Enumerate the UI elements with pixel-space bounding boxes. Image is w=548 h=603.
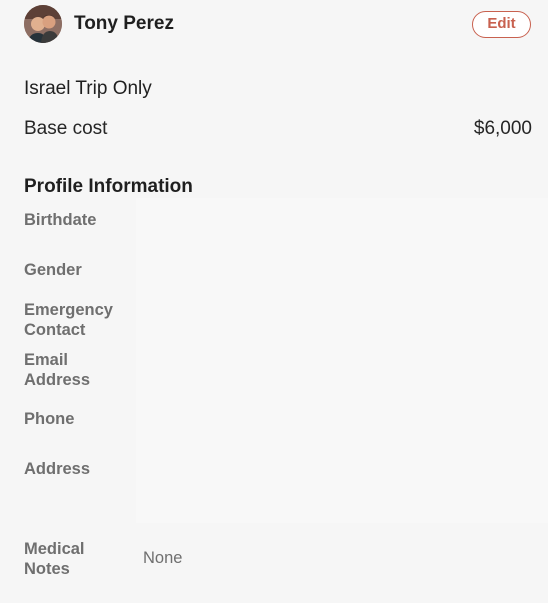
edit-button[interactable]: Edit [472, 11, 531, 38]
birthdate-label: Birthdate [24, 211, 97, 229]
phone-label: Phone [24, 410, 75, 428]
profile-info-panel [136, 198, 548, 523]
base-cost-label: Base cost [24, 118, 108, 139]
gender-label: Gender [24, 261, 82, 279]
user-name: Tony Perez [74, 13, 174, 34]
email-address-label: Email Address [24, 351, 91, 389]
address-label: Address [24, 460, 91, 478]
profile-header: Tony Perez Edit [0, 0, 548, 56]
trip-name: Israel Trip Only [24, 78, 152, 99]
base-cost-value: $6,000 [473, 118, 532, 139]
medical-notes-value: None [143, 549, 183, 567]
medical-notes-label: Medical Notes [24, 540, 85, 578]
avatar [24, 5, 62, 43]
emergency-contact-label: Emergency Contact [24, 301, 113, 339]
profile-information-title: Profile Information [24, 176, 193, 197]
